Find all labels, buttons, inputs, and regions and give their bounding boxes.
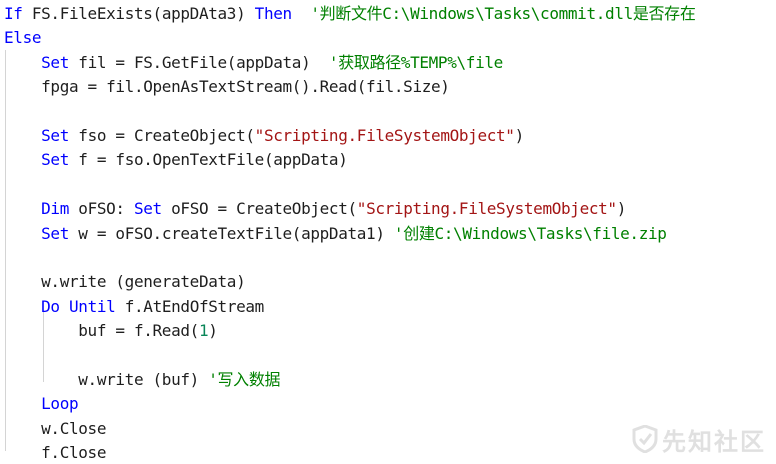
code-token: w.write (generateData) <box>4 272 246 292</box>
code-token: '判断文件C:\Windows\Tasks\commit.dll是否存在 <box>291 4 696 23</box>
watermark: 先知社区 <box>632 422 766 456</box>
code-token: ) <box>514 126 525 145</box>
code-token: "Scripting.FileSystemObject" <box>254 126 515 145</box>
code-token: Set <box>133 199 162 219</box>
code-token: oFSO = CreateObject( <box>161 199 357 219</box>
code-token: fpga = fil.OpenAsTextStream().Read(fil.S… <box>4 77 450 97</box>
code-token: '创建C:\Windows\Tasks\file.zip <box>393 223 667 243</box>
code-line: Set w = oFSO.createTextFile(appData1) '创… <box>4 222 667 245</box>
code-line: If FS.FileExists(appDAta3) Then '判断文件C:\… <box>4 2 696 25</box>
code-token: Set <box>41 52 69 72</box>
code-line: w.write (buf) '写入数据 <box>4 368 280 391</box>
code-token: w.write (buf) <box>4 370 209 389</box>
code-token: Dim <box>41 199 69 219</box>
code-token: FS.FileExists(appDAta3) <box>31 4 255 23</box>
code-token: f = fso.OpenTextFile(appData) <box>69 150 348 170</box>
code-token: Then <box>254 4 292 23</box>
code-token: Loop <box>41 394 79 414</box>
code-token: '写入数据 <box>208 370 281 389</box>
code-token: f.Close <box>4 443 107 463</box>
code-token: '获取路径%TEMP%\file <box>328 52 503 72</box>
code-token: Set <box>41 126 69 145</box>
code-token: oFSO: <box>69 199 134 219</box>
code-line: f.Close <box>4 441 106 464</box>
code-line: w.Close <box>4 417 106 440</box>
indent-guide-nested <box>43 312 44 382</box>
code-line: Set fso = CreateObject("Scripting.FileSy… <box>4 124 524 147</box>
shield-logo-icon <box>632 425 658 453</box>
code-line: Dim oFSO: Set oFSO = CreateObject("Scrip… <box>4 197 626 220</box>
code-line: Loop <box>4 392 78 415</box>
watermark-text: 先知社区 <box>662 427 766 456</box>
code-token: w.Close <box>4 418 107 438</box>
indent-guide <box>5 50 6 451</box>
code-token: "Scripting.FileSystemObject" <box>356 199 617 219</box>
code-token: Set <box>41 150 69 170</box>
code-token: ) <box>616 199 627 219</box>
code-token: f.AtEndOfStream <box>115 296 265 316</box>
code-token: fso = CreateObject( <box>69 126 255 145</box>
code-token: fil = FS.GetFile(appData) <box>69 52 329 72</box>
code-token: ) <box>208 321 218 341</box>
code-line: Set fil = FS.GetFile(appData) '获取路径%TEMP… <box>4 51 503 74</box>
code-token: Until <box>69 296 116 316</box>
code-token: Else <box>4 28 42 48</box>
code-line: fpga = fil.OpenAsTextStream().Read(fil.S… <box>4 75 450 98</box>
code-token: If <box>4 4 32 23</box>
code-line: Else <box>4 26 41 49</box>
code-token: Set <box>41 223 69 243</box>
code-token: buf = f.Read( <box>4 321 199 341</box>
code-line: buf = f.Read(1) <box>4 319 218 342</box>
code-token: 1 <box>198 321 209 341</box>
code-editor[interactable]: If FS.FileExists(appDAta3) Then '判断文件C:\… <box>0 0 776 464</box>
code-line: w.write (generateData) <box>4 270 246 293</box>
code-line: Set f = fso.OpenTextFile(appData) <box>4 148 348 171</box>
code-token: w = oFSO.createTextFile(appData1) <box>69 223 394 243</box>
